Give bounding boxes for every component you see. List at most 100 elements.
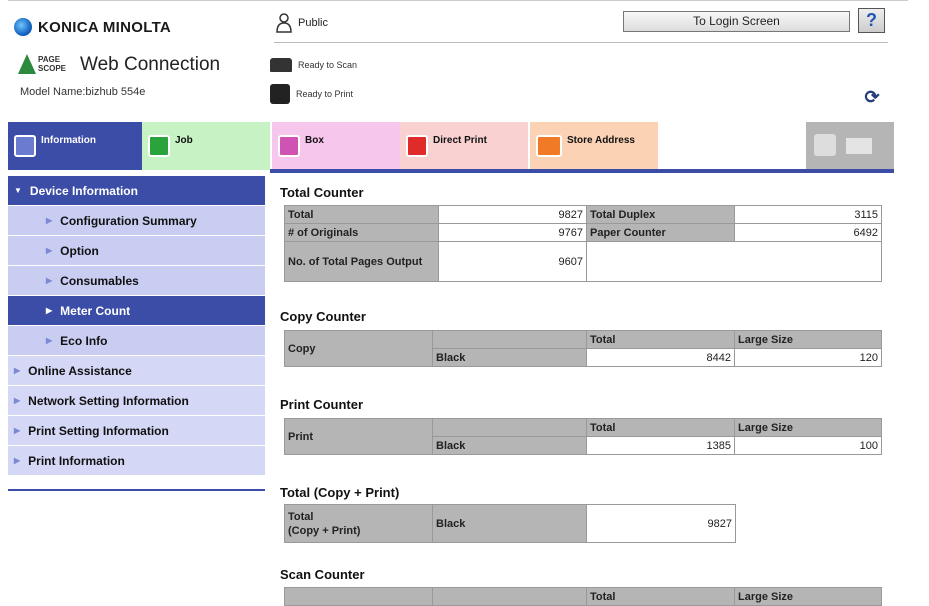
arrow-right-icon: ▶: [14, 426, 21, 435]
sidebar-item-label: Consumables: [60, 273, 139, 288]
arrow-right-icon: ▶: [46, 336, 53, 345]
arrow-right-icon: ▶: [14, 396, 21, 405]
sidebar-item-print-information[interactable]: ▶ Print Information: [8, 446, 265, 476]
table-row: Total (Copy + Print) Black 9827: [284, 504, 736, 543]
print-total-value: 1385: [586, 436, 735, 455]
sidebar-item-configuration-summary[interactable]: ▶ Configuration Summary: [8, 206, 265, 236]
copy-total-value: 8442: [586, 348, 735, 367]
brand-name: KONICA MINOLTA: [38, 18, 172, 36]
total-header: Total: [586, 418, 735, 437]
table-row: No. of Total Pages Output 9607: [284, 241, 882, 282]
konica-minolta-logo: KONICA MINOLTA: [14, 18, 171, 36]
sidebar-item-label: Network Setting Information: [28, 393, 189, 408]
table-row: # of Originals 9767 Paper Counter 6492: [284, 223, 882, 242]
sidebar-item-meter-count[interactable]: ▶ Meter Count: [8, 296, 265, 326]
tab-box-label: Box: [305, 135, 324, 146]
sidebar-bottom-line: [8, 489, 265, 491]
sidebar-item-network-setting-information[interactable]: ▶ Network Setting Information: [8, 386, 265, 416]
scanner-icon: [270, 58, 292, 72]
large-size-header: Large Size: [734, 418, 882, 437]
scan-counter-table: Total Large Size: [284, 587, 882, 606]
table-row: Print Total Large Size: [284, 418, 882, 455]
globe-logo-icon: [14, 18, 32, 36]
print-counter-title: Print Counter: [280, 397, 364, 412]
empty-cell: [586, 241, 882, 282]
originals-label: # of Originals: [284, 223, 439, 242]
tab-underline: [270, 169, 894, 173]
arrow-right-icon: ▶: [14, 366, 21, 375]
login-screen-button[interactable]: To Login Screen: [623, 11, 850, 32]
tab-direct-print[interactable]: Direct Print: [400, 122, 528, 170]
tab-job[interactable]: Job: [142, 122, 270, 170]
pagescope-label: PAGE SCOPE: [38, 55, 67, 73]
copy-counter-table: Copy Total Large Size Black 8442 120: [284, 330, 882, 367]
model-name: Model Name:bizhub 554e: [20, 86, 146, 98]
print-counter-table: Print Total Large Size Black 1385 100: [284, 418, 882, 455]
color-black-label: Black: [432, 504, 587, 543]
top-border: [8, 0, 908, 1]
total-header: Total: [586, 330, 735, 349]
job-icon: [148, 135, 170, 157]
total-counter-title: Total Counter: [280, 185, 364, 200]
print-large-value: 100: [734, 436, 882, 455]
tab-store-address-label: Store Address: [567, 135, 635, 146]
pagescope-logo-icon: PAGE SCOPE: [18, 54, 74, 76]
table-row: Copy Total Large Size: [284, 330, 882, 367]
total-value: 9827: [438, 205, 587, 224]
copy-counter-title: Copy Counter: [280, 309, 366, 324]
sidebar-item-label: Device Information: [29, 183, 138, 198]
sidebar-item-print-setting-information[interactable]: ▶ Print Setting Information: [8, 416, 265, 446]
help-button[interactable]: ?: [858, 8, 885, 33]
copy-row-label: Copy: [284, 330, 433, 367]
total-copy-print-label: Total (Copy + Print): [284, 504, 433, 543]
tab-box[interactable]: Box: [272, 122, 400, 170]
sidebar-item-consumables[interactable]: ▶ Consumables: [8, 266, 265, 296]
box-icon: [278, 135, 300, 157]
arrow-right-icon: ▶: [46, 246, 53, 255]
header-blank: [432, 330, 587, 349]
total-duplex-label: Total Duplex: [586, 205, 735, 224]
scan-status: Ready to Scan: [270, 58, 357, 72]
large-size-header: Large Size: [734, 330, 882, 349]
total-copy-print-value: 9827: [586, 504, 736, 543]
store-address-icon: [536, 135, 562, 157]
sidebar-item-label: Print Setting Information: [28, 423, 169, 438]
originals-value: 9767: [438, 223, 587, 242]
total-pages-label: No. of Total Pages Output: [284, 241, 439, 282]
tab-information[interactable]: Information: [8, 122, 142, 170]
settings-icon: [814, 134, 836, 156]
print-status-text: Ready to Print: [296, 89, 354, 99]
total-counter-table: Total 9827 Total Duplex 3115 # of Origin…: [284, 205, 882, 282]
printer-icon: [270, 84, 290, 104]
color-black-label: Black: [432, 348, 587, 367]
total-label: Total: [284, 205, 439, 224]
main-tabs: Information Job Box Direct Print Store A…: [8, 122, 894, 170]
tab-store-address[interactable]: Store Address: [530, 122, 658, 170]
product-name: Web Connection: [80, 54, 221, 75]
sidebar-item-label: Online Assistance: [28, 363, 132, 378]
sidebar-item-label: Option: [60, 243, 99, 258]
panel-icon: [846, 138, 872, 154]
print-status: Ready to Print: [270, 84, 353, 104]
scan-status-text: Ready to Scan: [298, 60, 358, 70]
user-icon: [276, 13, 292, 33]
information-icon: [14, 135, 36, 157]
sidebar-item-device-information[interactable]: ▼ Device Information: [8, 176, 265, 206]
color-black-label: Black: [432, 436, 587, 455]
sidebar-item-online-assistance[interactable]: ▶ Online Assistance: [8, 356, 265, 386]
refresh-icon[interactable]: ⟳: [862, 87, 882, 107]
table-row: Total 9827 Total Duplex 3115: [284, 205, 882, 224]
tab-job-label: Job: [175, 135, 193, 146]
copy-large-value: 120: [734, 348, 882, 367]
arrow-right-icon: ▶: [46, 216, 53, 225]
sidebar-item-eco-info[interactable]: ▶ Eco Info: [8, 326, 265, 356]
user-mode: Public: [298, 17, 328, 29]
total-copy-print-table: Total (Copy + Print) Black 9827: [284, 504, 736, 543]
arrow-right-icon: ▶: [46, 276, 53, 285]
paper-counter-value: 6492: [734, 223, 882, 242]
sidebar-item-label: Print Information: [28, 453, 125, 468]
sidebar-item-label: Configuration Summary: [60, 213, 197, 228]
total-copy-print-title: Total (Copy + Print): [280, 485, 400, 500]
total-duplex-value: 3115: [734, 205, 882, 224]
sidebar-item-option[interactable]: ▶ Option: [8, 236, 265, 266]
